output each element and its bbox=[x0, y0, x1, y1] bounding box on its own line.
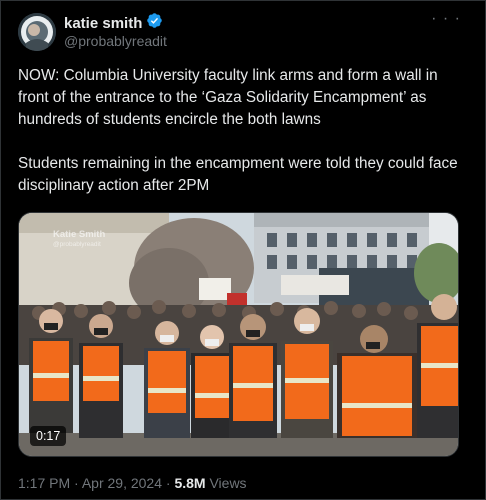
meta-separator: · bbox=[165, 475, 171, 491]
tweet-time[interactable]: 1:17 PM bbox=[18, 475, 70, 491]
tweet-meta: 1:17 PM · Apr 29, 2024 · 5.8M Views bbox=[18, 475, 247, 491]
author-name[interactable]: katie smith bbox=[64, 15, 142, 32]
more-icon[interactable]: · · · bbox=[431, 10, 461, 28]
avatar[interactable] bbox=[18, 13, 56, 51]
meta-separator: · bbox=[74, 475, 79, 491]
verified-badge-icon bbox=[146, 12, 163, 34]
tweet-date[interactable]: Apr 29, 2024 bbox=[82, 475, 162, 491]
avatar-image bbox=[18, 13, 56, 51]
video-duration-badge: 0:17 bbox=[30, 426, 67, 446]
tweet-text: NOW: Columbia University faculty link ar… bbox=[18, 67, 458, 194]
views-count: 5.8M bbox=[174, 475, 206, 491]
video-player[interactable]: Katie Smith @probablyreadit 0:17 bbox=[18, 212, 459, 457]
views-label: Views bbox=[209, 475, 247, 491]
video-watermark: Katie Smith @probablyreadit bbox=[53, 229, 106, 249]
tweet-card[interactable]: katie smith @probablyreadit · · · NOW: C… bbox=[0, 0, 486, 500]
author-handle[interactable]: @probablyreadit bbox=[64, 33, 167, 49]
